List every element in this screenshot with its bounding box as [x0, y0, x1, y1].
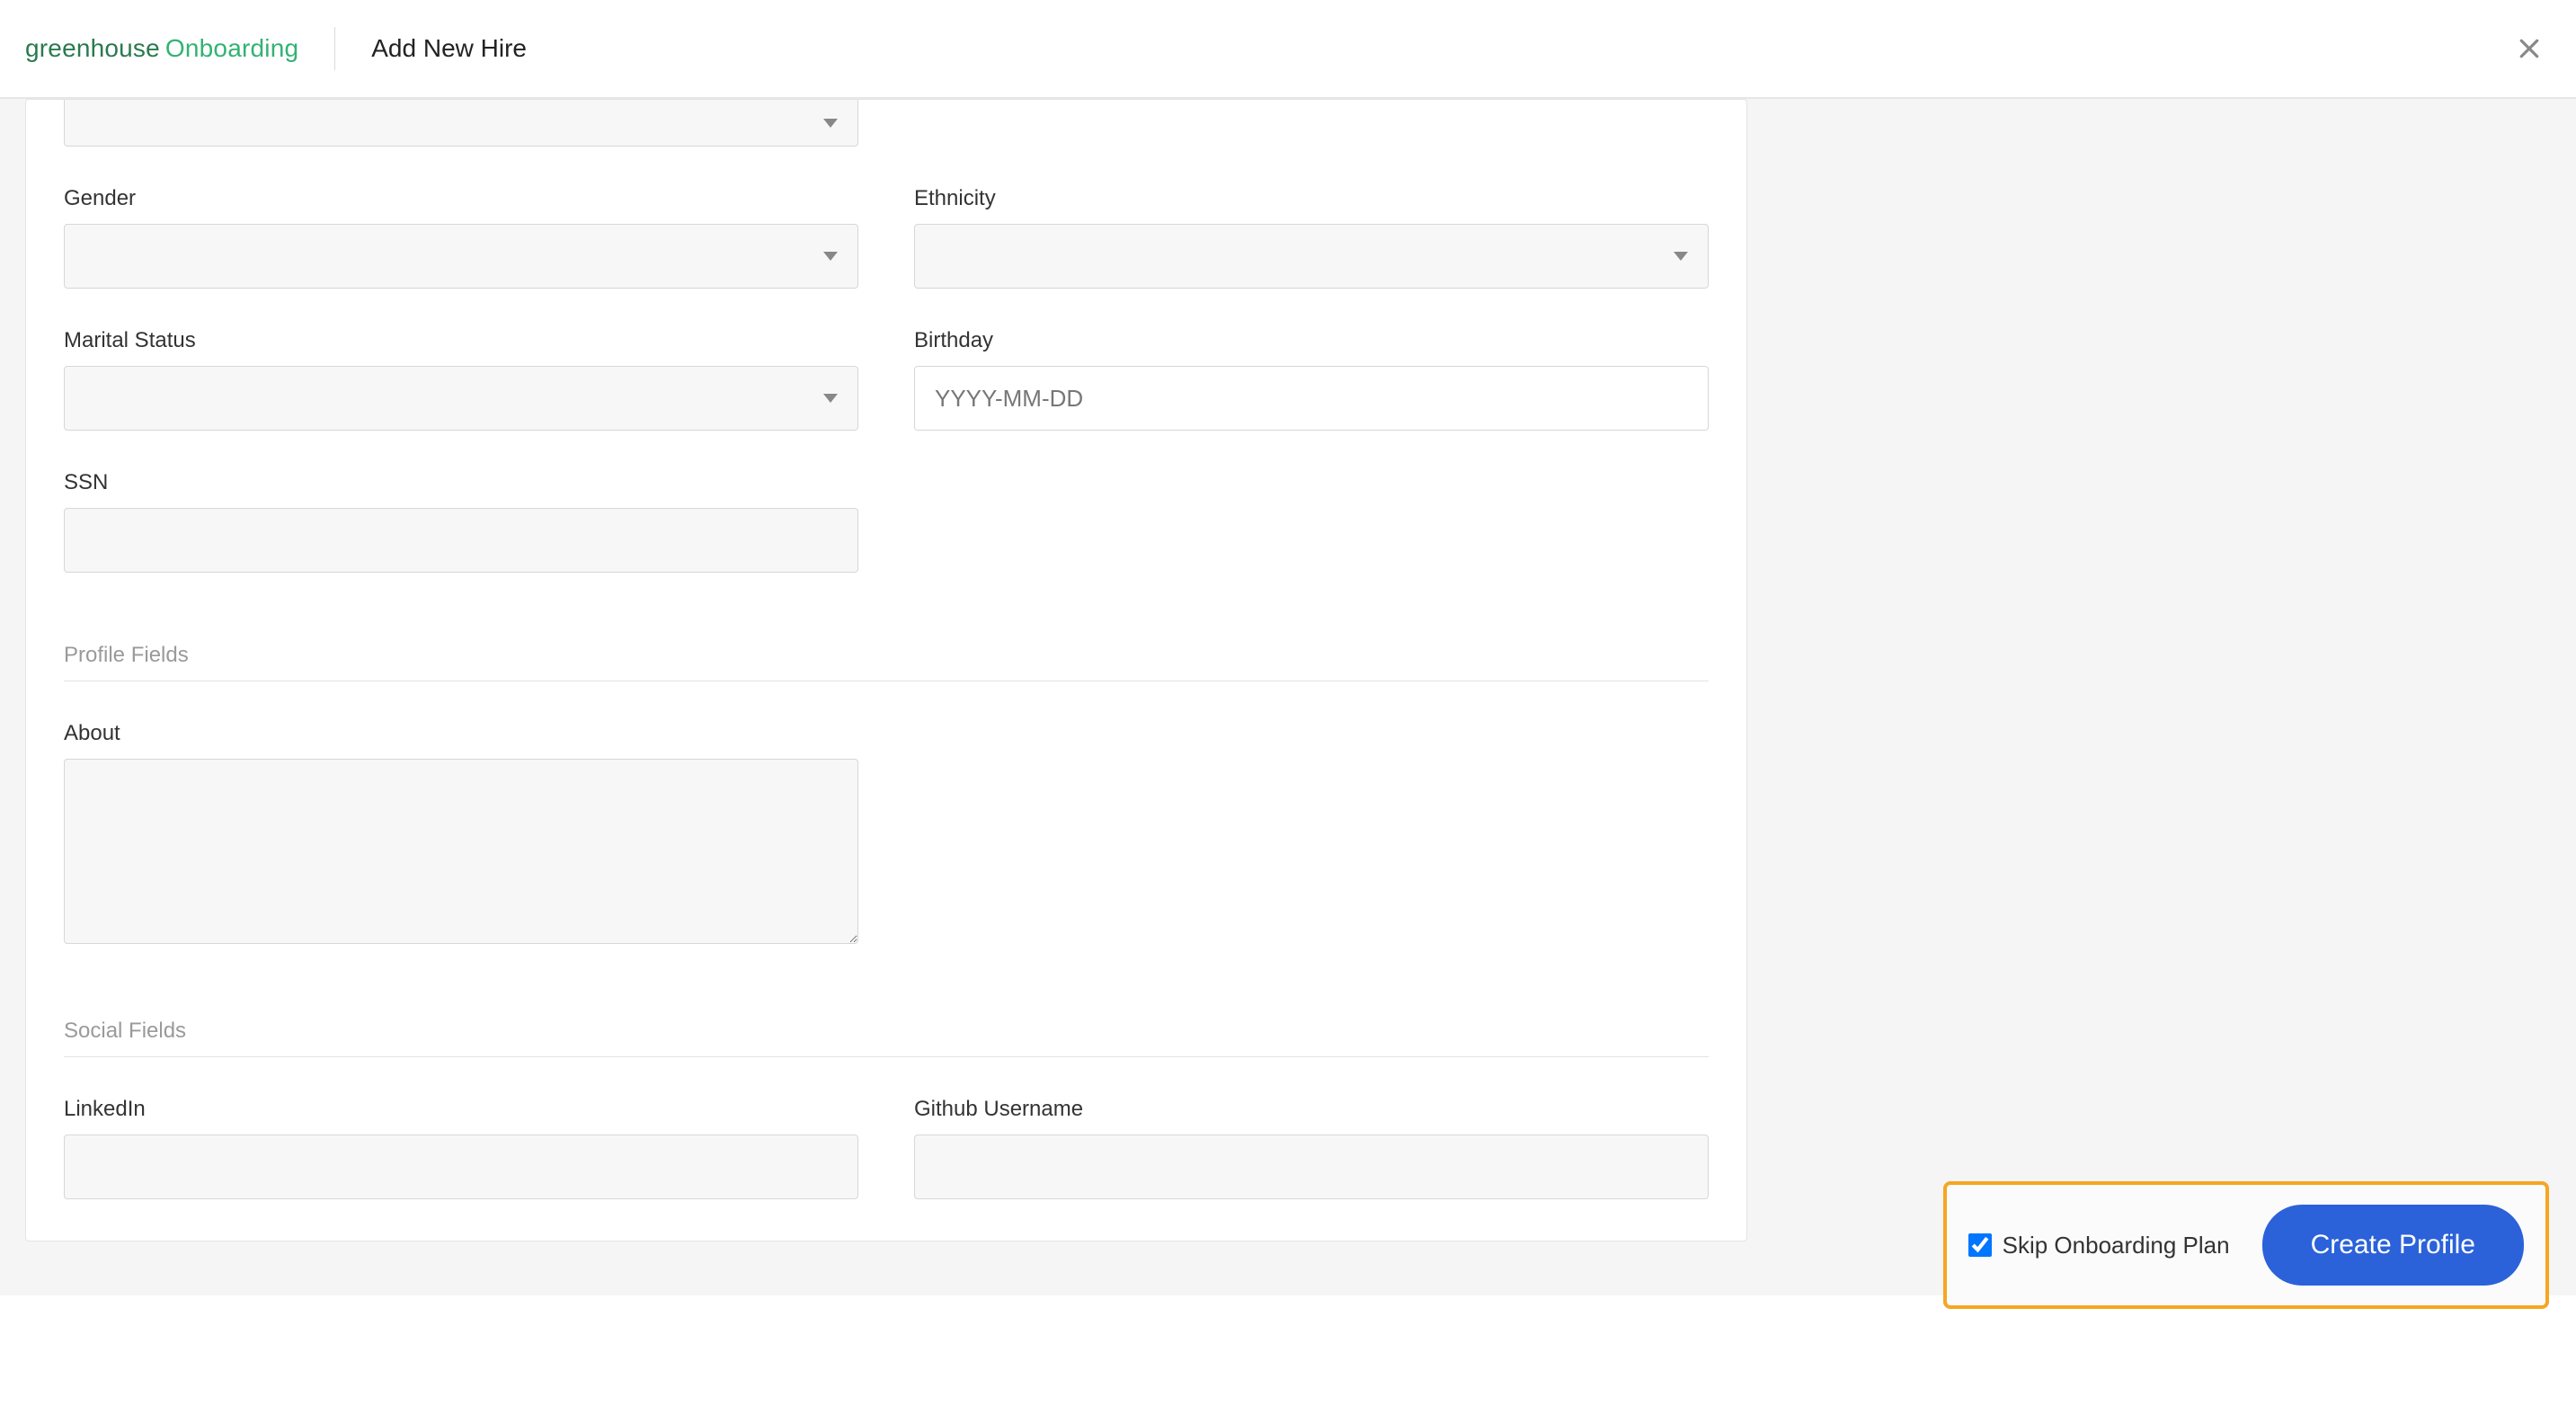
section-profile-fields: Profile Fields [64, 643, 1709, 681]
birthday-label: Birthday [914, 328, 1709, 353]
form-panel: Gender Ethnicity Marital Status [25, 99, 1747, 1241]
marital-status-label: Marital Status [64, 328, 858, 353]
create-profile-button[interactable]: Create Profile [2262, 1205, 2524, 1286]
close-icon [2516, 35, 2543, 62]
skip-onboarding-label: Skip Onboarding Plan [2003, 1232, 2230, 1259]
unknown-select-clipped[interactable] [64, 100, 858, 147]
gender-select[interactable] [64, 224, 858, 289]
birthday-input[interactable] [914, 366, 1709, 431]
github-username-input[interactable] [914, 1135, 1709, 1199]
chevron-down-icon [823, 394, 838, 403]
linkedin-label: LinkedIn [64, 1097, 858, 1122]
marital-status-select[interactable] [64, 366, 858, 431]
brand-logo: greenhouse Onboarding [25, 34, 298, 63]
about-label: About [64, 721, 858, 746]
chevron-down-icon [823, 119, 838, 128]
skip-onboarding-checkbox[interactable] [1968, 1233, 1992, 1257]
brand-text-onboarding: Onboarding [165, 34, 298, 63]
page-title: Add New Hire [371, 34, 527, 63]
github-label: Github Username [914, 1097, 1709, 1122]
skip-onboarding-wrap[interactable]: Skip Onboarding Plan [1968, 1232, 2230, 1259]
chevron-down-icon [823, 252, 838, 261]
close-button[interactable] [2513, 32, 2545, 65]
gender-label: Gender [64, 186, 858, 211]
ssn-input[interactable] [64, 508, 858, 573]
footer-actions: Skip Onboarding Plan Create Profile [1943, 1181, 2549, 1309]
ssn-label: SSN [64, 470, 858, 495]
linkedin-input[interactable] [64, 1135, 858, 1199]
page-canvas: Gender Ethnicity Marital Status [0, 99, 2576, 1295]
brand-text-greenhouse: greenhouse [25, 34, 160, 63]
top-bar: greenhouse Onboarding Add New Hire [0, 0, 2576, 99]
chevron-down-icon [1674, 252, 1688, 261]
ethnicity-select[interactable] [914, 224, 1709, 289]
about-textarea[interactable] [64, 759, 858, 944]
brand-divider [334, 27, 335, 70]
section-social-fields: Social Fields [64, 1019, 1709, 1057]
ethnicity-label: Ethnicity [914, 186, 1709, 211]
